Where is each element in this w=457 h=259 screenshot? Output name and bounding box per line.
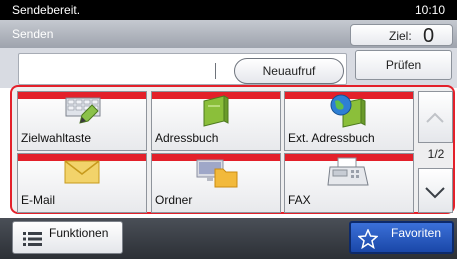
status-message: Sendebereit. [12, 3, 81, 17]
tile-email[interactable]: E-Mail [17, 153, 147, 213]
status-bar: Sendebereit. 10:10 [0, 0, 457, 20]
input-separator [215, 63, 216, 79]
favorites-label: Favoriten [391, 226, 442, 240]
destination-label: Ziel: [389, 29, 412, 43]
tile-address-book[interactable]: Adressbuch [151, 91, 281, 151]
tile-fax[interactable]: FAX [284, 153, 414, 213]
tile-label: Ordner [155, 193, 193, 207]
list-icon [23, 232, 42, 246]
destination-count: 0 [423, 25, 435, 47]
fax-icon [324, 155, 374, 194]
functions-label: Funktionen [49, 226, 109, 240]
tile-folder[interactable]: Ordner [151, 153, 281, 213]
one-touch-key-icon [58, 93, 106, 132]
folder-icon [191, 155, 241, 194]
address-book-icon [194, 93, 238, 134]
star-icon [358, 229, 378, 249]
screen-title: Senden [12, 27, 54, 41]
check-button[interactable]: Prüfen [355, 50, 452, 80]
page-indicator: 1/2 [427, 147, 445, 161]
external-address-book-icon [325, 93, 373, 134]
tile-label: FAX [288, 193, 311, 207]
page-up-button[interactable] [418, 91, 453, 143]
tile-label: Zielwahltaste [21, 131, 92, 145]
email-icon [59, 155, 105, 192]
page-down-button[interactable] [418, 168, 453, 213]
functions-button[interactable]: Funktionen [12, 221, 123, 254]
favorites-button[interactable]: Favoriten [349, 221, 454, 254]
tile-label: Adressbuch [155, 131, 219, 145]
chevron-down-icon [425, 187, 445, 199]
tile-label: Ext. Adressbuch [288, 131, 375, 145]
destination-counter[interactable]: Ziel: 0 [350, 24, 453, 47]
tile-external-address-book[interactable]: Ext. Adressbuch [284, 91, 414, 151]
tile-label: E-Mail [21, 193, 56, 207]
chevron-up-icon [426, 112, 444, 123]
recall-button[interactable]: Neuaufruf [234, 58, 344, 84]
clock: 10:10 [414, 3, 445, 17]
tile-one-touch-key[interactable]: Zielwahltaste [17, 91, 147, 151]
